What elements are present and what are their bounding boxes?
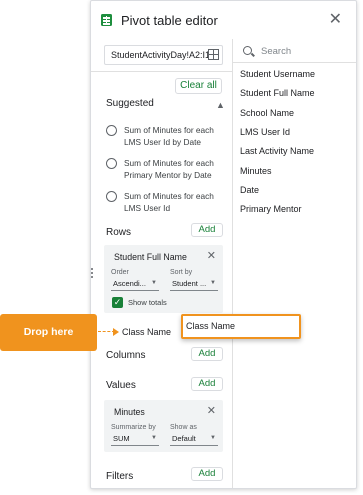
drop-placeholder: Class Name [122,327,172,337]
radio-icon[interactable] [106,191,117,202]
summarize-value: SUM [113,434,130,443]
suggestion-label: Sum of Minutes for each LMS User Id by D… [124,125,214,147]
field-search[interactable] [243,43,355,63]
row-field-card: Student Full Name ✕ Order Ascendi... ▼ S… [104,245,223,313]
chevron-up-icon[interactable]: ▲ [216,100,225,110]
filters-heading: Filters [106,471,134,482]
range-value: StudentActivityDay!A2:I1 [111,50,211,60]
showas-value: Default [172,434,196,443]
remove-icon[interactable]: ✕ [207,404,216,417]
search-icon [243,46,252,55]
remove-icon[interactable]: ✕ [207,249,216,262]
show-totals-label: Show totals [128,298,167,307]
clear-all-button[interactable]: Clear all [175,78,222,94]
field-item[interactable]: Last Activity Name [240,146,314,156]
radio-icon[interactable] [106,125,117,136]
field-item[interactable]: LMS User Id [240,127,290,137]
field-item[interactable]: Minutes [240,166,272,176]
field-item[interactable]: Date [240,185,259,195]
field-item[interactable]: Student Username [240,69,315,79]
dragged-field-chip[interactable]: Class Name [181,314,301,339]
range-input[interactable]: StudentActivityDay!A2:I1 [104,45,223,65]
columns-add-button[interactable]: Add [191,347,223,361]
sortby-value: Student ... [172,279,207,288]
grid-select-icon[interactable] [208,49,219,60]
resize-handle[interactable] [91,268,93,280]
pivot-table-editor-panel: Pivot table editor ✕ StudentActivityDay!… [90,0,357,489]
drop-here-callout: Drop here [0,314,97,351]
fields-list-column: Student Username Student Full Name Schoo… [232,39,356,488]
showas-label: Show as [170,424,197,431]
field-item[interactable]: Primary Mentor [240,204,302,214]
suggestion-label: Sum of Minutes for each Primary Mentor b… [124,158,214,180]
search-input[interactable] [261,43,353,59]
value-field-card: Minutes ✕ Summarize by SUM ▼ Show as Def… [104,400,223,452]
dropdown-arrow-icon: ▼ [210,435,216,441]
summarize-label: Summarize by [111,424,156,431]
panel-title: Pivot table editor [121,13,218,28]
field-item[interactable]: Student Full Name [240,88,315,98]
radio-icon[interactable] [106,158,117,169]
values-add-button[interactable]: Add [191,377,223,391]
order-value: Ascendi... [113,279,146,288]
suggested-heading: Suggested [106,98,154,109]
callout-arrow-head [113,328,119,336]
dropdown-arrow-icon: ▼ [151,280,157,286]
rows-add-button[interactable]: Add [191,223,223,237]
values-heading: Values [106,380,136,391]
editor-left-column: StudentActivityDay!A2:I1 Clear all Sugge… [91,39,232,488]
showas-dropdown[interactable]: Default ▼ [170,432,218,446]
field-item[interactable]: School Name [240,108,294,118]
sortby-label: Sort by [170,269,193,276]
dropdown-arrow-icon: ▼ [151,435,157,441]
order-dropdown[interactable]: Ascendi... ▼ [111,277,159,291]
row-field-title: Student Full Name [114,252,187,262]
close-icon[interactable]: ✕ [329,10,342,30]
order-label: Order [111,269,129,276]
show-totals-checkbox[interactable]: ✓ [112,297,123,308]
columns-heading: Columns [106,350,146,361]
sheets-icon [101,14,112,26]
divider [233,62,356,63]
filters-add-button[interactable]: Add [191,467,223,481]
suggestion-label: Sum of Minutes for each LMS User Id [124,191,214,213]
rows-heading: Rows [106,227,132,238]
dropdown-arrow-icon: ▼ [210,280,216,286]
sortby-dropdown[interactable]: Student ... ▼ [170,277,218,291]
summarize-dropdown[interactable]: SUM ▼ [111,432,159,446]
value-field-title: Minutes [114,407,145,417]
divider [91,71,232,72]
panel-header: Pivot table editor ✕ [91,1,356,39]
